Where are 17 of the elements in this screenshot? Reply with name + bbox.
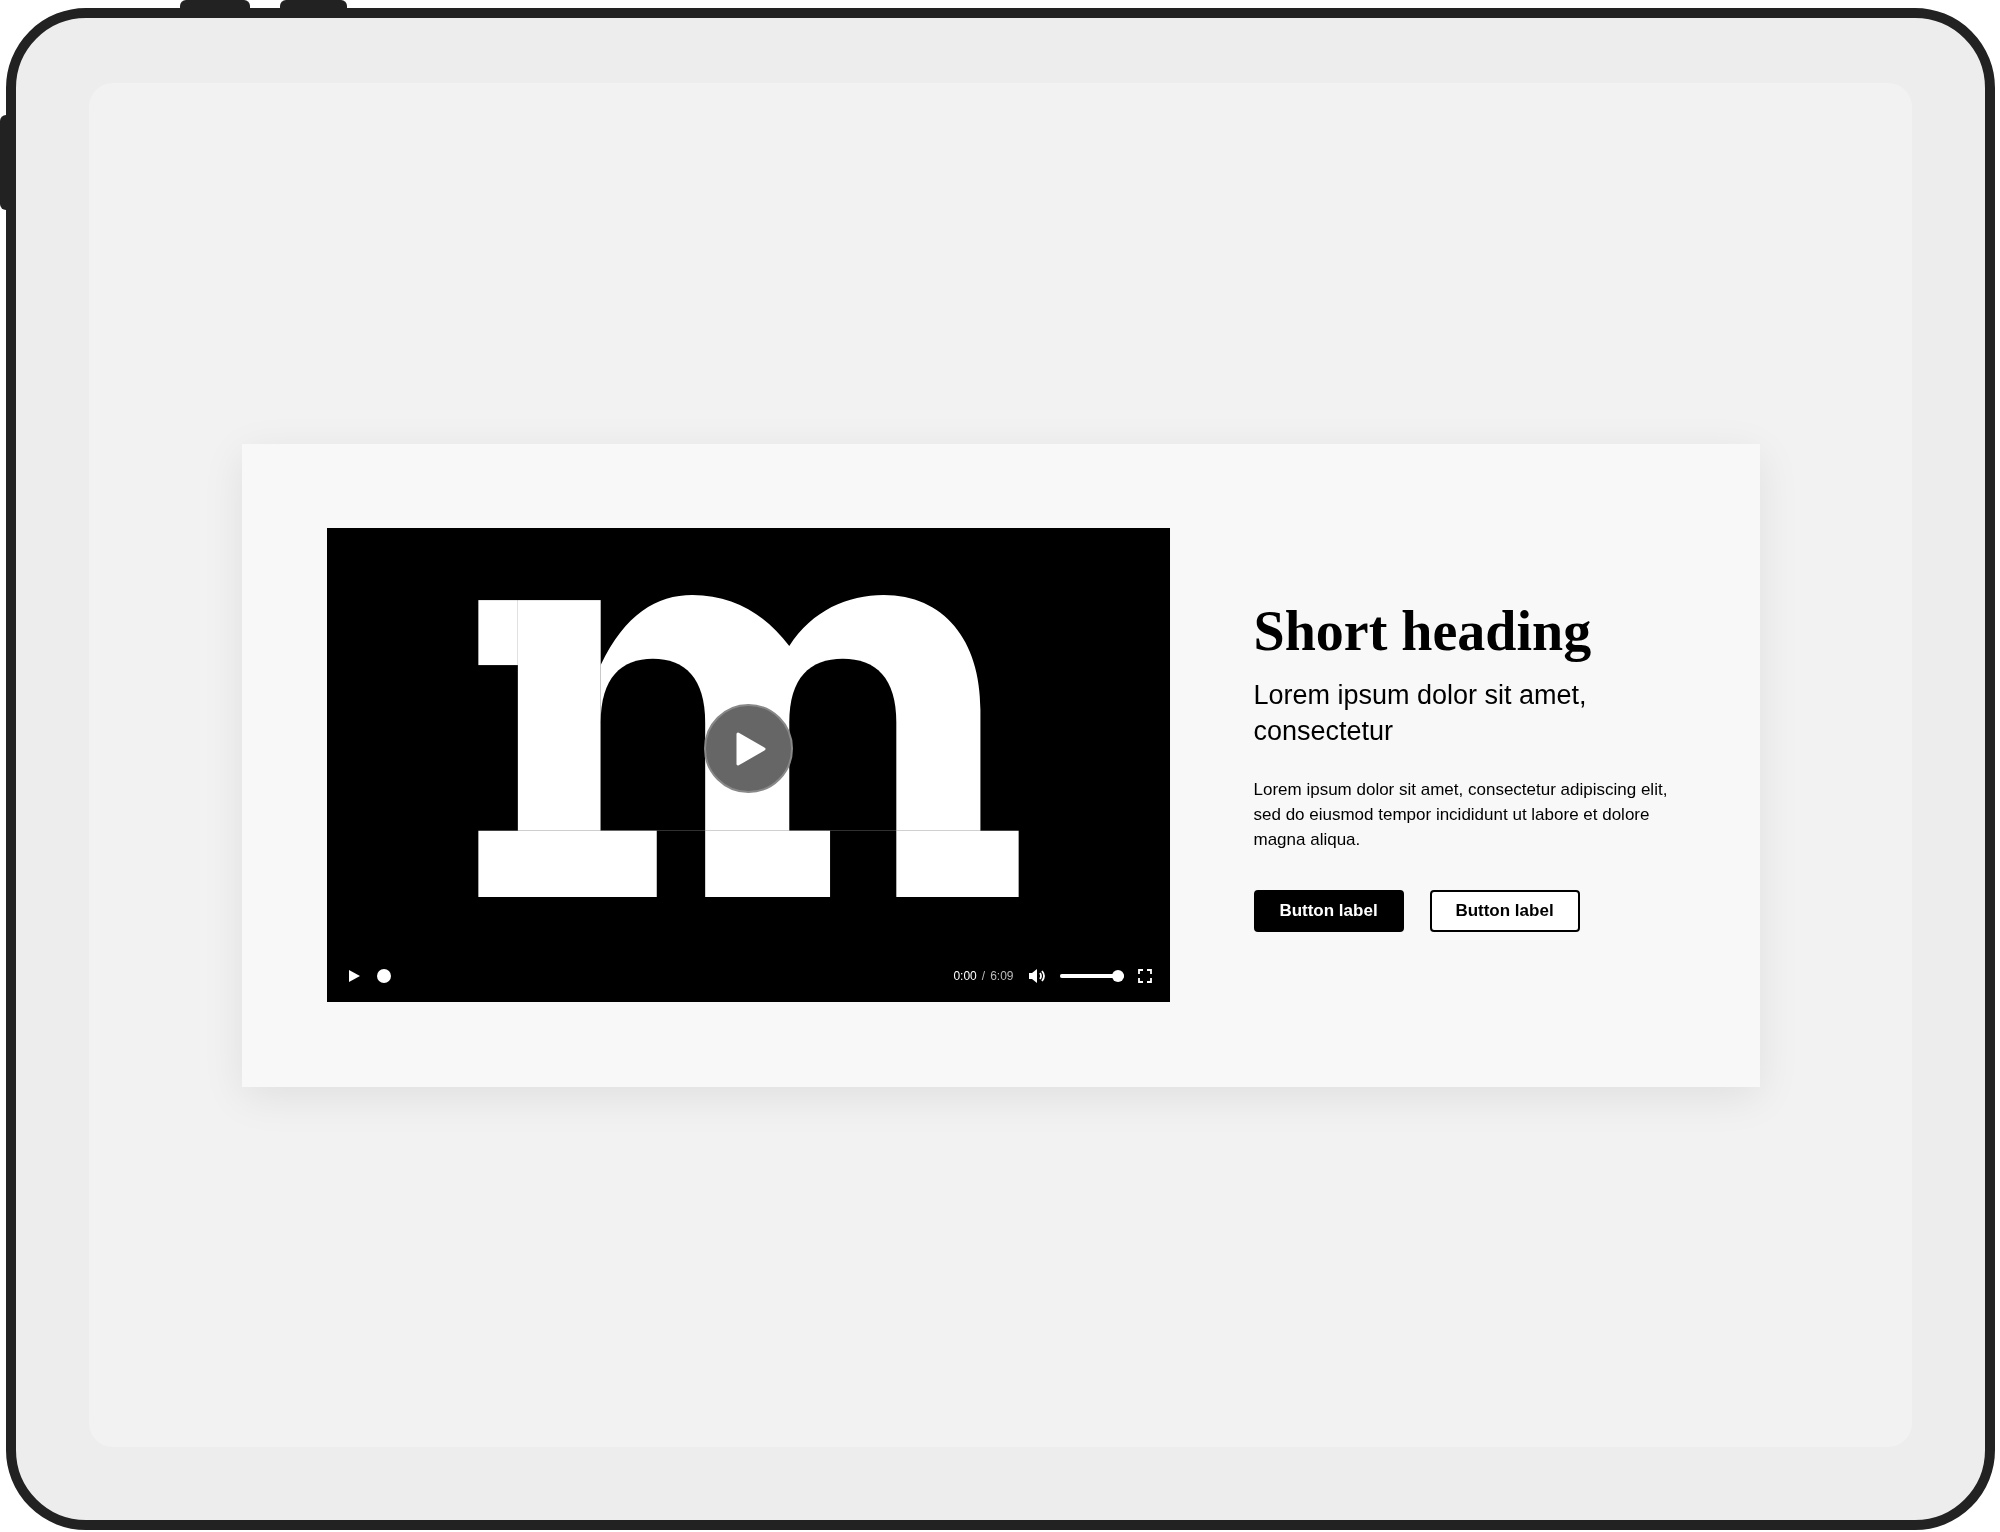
volume-slider[interactable]: [1059, 969, 1124, 983]
play-icon: [346, 969, 361, 983]
current-time: 0:00: [953, 968, 977, 985]
volume-thumb[interactable]: [1111, 970, 1124, 982]
progress-thumb[interactable]: [376, 969, 391, 983]
volume-button[interactable]: [1027, 968, 1046, 984]
time-separator: /: [981, 968, 986, 985]
fullscreen-icon: [1137, 969, 1152, 983]
subheading: Lorem ipsum dolor sit amet, consectetur: [1253, 678, 1588, 748]
heading: Short heading: [1253, 598, 1593, 663]
fullscreen-button[interactable]: [1137, 969, 1152, 983]
secondary-button[interactable]: Button label: [1429, 889, 1580, 932]
speaker-icon: [1027, 968, 1046, 984]
body-text: Lorem ipsum dolor sit amet, consectetur adipiscing elit, sed do eiusmod tempor incididunt ut labore et dolore magna aliqua.: [1253, 778, 1669, 851]
primary-button[interactable]: Button label: [1253, 889, 1404, 932]
duration-time: 6:09: [990, 968, 1014, 985]
play-icon: [735, 730, 767, 767]
